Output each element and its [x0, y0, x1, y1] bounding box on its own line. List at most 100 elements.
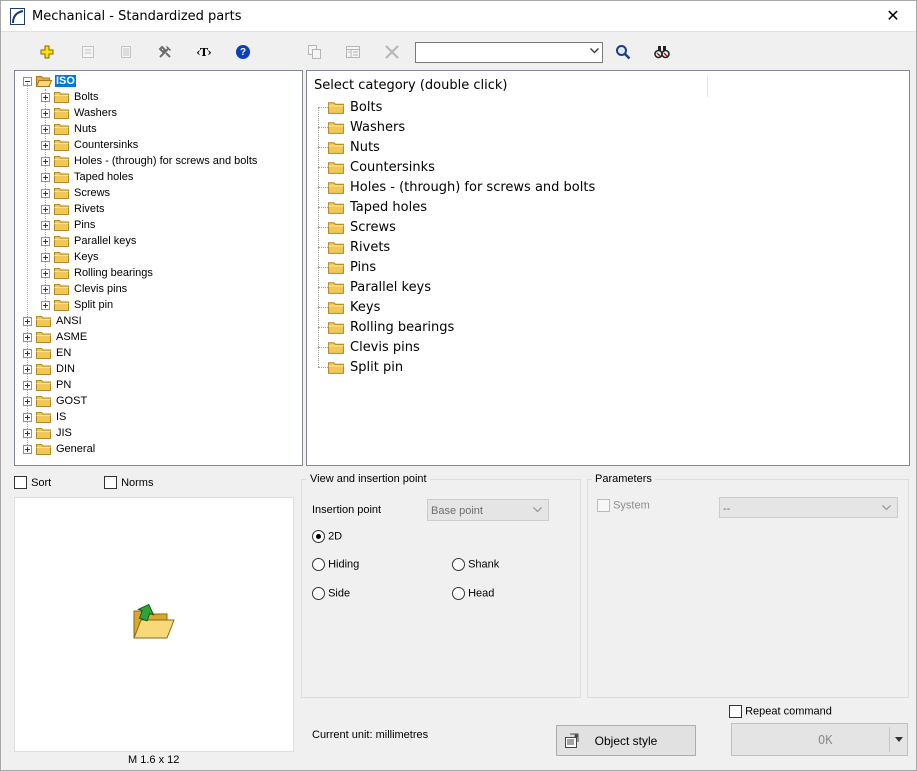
tree-node-child[interactable]: Rolling bearings — [41, 265, 154, 281]
expand-icon[interactable] — [41, 236, 50, 246]
category-item[interactable]: Parallel keys — [328, 277, 431, 297]
category-item[interactable]: Holes - (through) for screws and bolts — [328, 177, 595, 197]
tree-node-child[interactable]: Washers — [41, 105, 118, 121]
tree-node-standard[interactable]: General — [23, 441, 96, 457]
norms-checkbox[interactable]: Norms — [104, 476, 153, 489]
radio-shank[interactable]: Shank — [452, 558, 499, 571]
tree-node-standard[interactable]: DIN — [23, 361, 76, 377]
properties-button[interactable] — [114, 41, 138, 63]
category-list[interactable]: Select category (double click) Bolts Wash… — [306, 70, 910, 466]
help-button[interactable]: ? — [231, 41, 255, 63]
expand-icon[interactable] — [41, 188, 50, 198]
tree-node-standard[interactable]: JIS — [23, 425, 73, 441]
norms-checkbox-box[interactable] — [104, 476, 117, 489]
expand-icon[interactable] — [41, 284, 50, 294]
insertion-point-label: Insertion point — [312, 504, 382, 516]
expand-icon[interactable] — [41, 92, 50, 102]
tree-node-child[interactable]: Clevis pins — [41, 281, 128, 297]
current-unit-label: Current unit: millimetres — [312, 729, 429, 741]
sort-checkbox-box[interactable] — [14, 476, 27, 489]
category-item-label: Washers — [350, 119, 406, 135]
category-item[interactable]: Bolts — [328, 97, 382, 117]
close-button[interactable]: ✕ — [870, 1, 916, 32]
expand-icon[interactable] — [41, 300, 50, 310]
tree-node-child[interactable]: Taped holes — [41, 169, 134, 185]
repeat-command-checkbox-box[interactable] — [729, 705, 742, 718]
tree-node-child[interactable]: Holes - (through) for screws and bolts — [41, 153, 258, 169]
tree-node-standard[interactable]: ANSI — [23, 313, 83, 329]
tree-node-standard[interactable]: ASME — [23, 329, 88, 345]
category-item[interactable]: Pins — [328, 257, 376, 277]
expand-icon[interactable] — [23, 332, 32, 342]
radio-2d-button[interactable] — [312, 530, 325, 543]
expand-icon[interactable] — [23, 412, 32, 422]
radio-side[interactable]: Side — [312, 587, 350, 600]
search-combobox[interactable] — [415, 42, 603, 63]
sort-checkbox[interactable]: Sort — [14, 476, 51, 489]
tree-node-standard[interactable]: IS — [23, 409, 67, 425]
copy-button[interactable] — [303, 41, 327, 63]
delete-button[interactable] — [380, 41, 404, 63]
category-item[interactable]: Split pin — [328, 357, 403, 377]
category-item[interactable]: Screws — [328, 217, 396, 237]
tree-node-child[interactable]: Screws — [41, 185, 111, 201]
tree-node-child[interactable]: Bolts — [41, 89, 99, 105]
radio-hiding[interactable]: Hiding — [312, 558, 359, 571]
radio-head-button[interactable] — [452, 587, 465, 600]
expand-icon[interactable] — [23, 364, 32, 374]
expand-icon[interactable] — [23, 380, 32, 390]
standards-tree[interactable]: ISO Bolts Washers Nuts Countersinks Holes - (… — [14, 70, 303, 466]
tree-node-child[interactable]: Parallel keys — [41, 233, 137, 249]
table-button[interactable] — [341, 41, 365, 63]
tree-node-child[interactable]: Pins — [41, 217, 96, 233]
category-item[interactable]: Clevis pins — [328, 337, 420, 357]
expand-icon[interactable] — [23, 348, 32, 358]
tree-node-child[interactable]: Split pin — [41, 297, 114, 313]
list-guide-line — [318, 267, 328, 268]
find-part-button[interactable] — [650, 41, 674, 63]
expand-icon[interactable] — [41, 268, 50, 278]
tree-node-iso[interactable]: ISO — [23, 73, 76, 89]
tree-node-child[interactable]: Keys — [41, 249, 99, 265]
tree-node-standard[interactable]: PN — [23, 377, 72, 393]
tools-button[interactable] — [153, 41, 177, 63]
expand-icon[interactable] — [41, 252, 50, 262]
list-guide-line — [318, 347, 328, 348]
category-item[interactable]: Rivets — [328, 237, 390, 257]
expand-icon[interactable] — [41, 124, 50, 134]
expand-icon[interactable] — [41, 140, 50, 150]
tree-node-child[interactable]: Nuts — [41, 121, 98, 137]
category-item[interactable]: Keys — [328, 297, 380, 317]
expand-icon[interactable] — [41, 156, 50, 166]
add-button[interactable] — [35, 41, 59, 63]
radio-shank-button[interactable] — [452, 558, 465, 571]
expand-icon[interactable] — [41, 220, 50, 230]
radio-2d[interactable]: 2D — [312, 530, 342, 543]
radio-head[interactable]: Head — [452, 587, 494, 600]
expand-icon[interactable] — [23, 428, 32, 438]
system-checkbox-box — [597, 499, 610, 512]
object-style-button[interactable]: Object style — [556, 725, 696, 756]
tree-node-standard[interactable]: EN — [23, 345, 72, 361]
search-button[interactable] — [611, 41, 635, 63]
expand-icon[interactable] — [41, 204, 50, 214]
text-tag-button[interactable]: ‹T› — [192, 41, 216, 63]
category-item[interactable]: Nuts — [328, 137, 380, 157]
expand-icon[interactable] — [41, 172, 50, 182]
category-item[interactable]: Countersinks — [328, 157, 435, 177]
radio-hiding-button[interactable] — [312, 558, 325, 571]
category-item[interactable]: Washers — [328, 117, 405, 137]
expand-icon[interactable] — [23, 444, 32, 454]
expand-icon[interactable] — [23, 396, 32, 406]
radio-side-button[interactable] — [312, 587, 325, 600]
expand-icon[interactable] — [23, 316, 32, 326]
expand-icon[interactable] — [41, 108, 50, 118]
tree-node-label: Screws — [74, 187, 111, 199]
tree-node-child[interactable]: Countersinks — [41, 137, 139, 153]
tree-node-child[interactable]: Rivets — [41, 201, 106, 217]
repeat-command-checkbox[interactable]: Repeat command — [729, 705, 832, 718]
category-item[interactable]: Taped holes — [328, 197, 427, 217]
category-item[interactable]: Rolling bearings — [328, 317, 454, 337]
edit-button[interactable] — [76, 41, 100, 63]
tree-node-standard[interactable]: GOST — [23, 393, 88, 409]
